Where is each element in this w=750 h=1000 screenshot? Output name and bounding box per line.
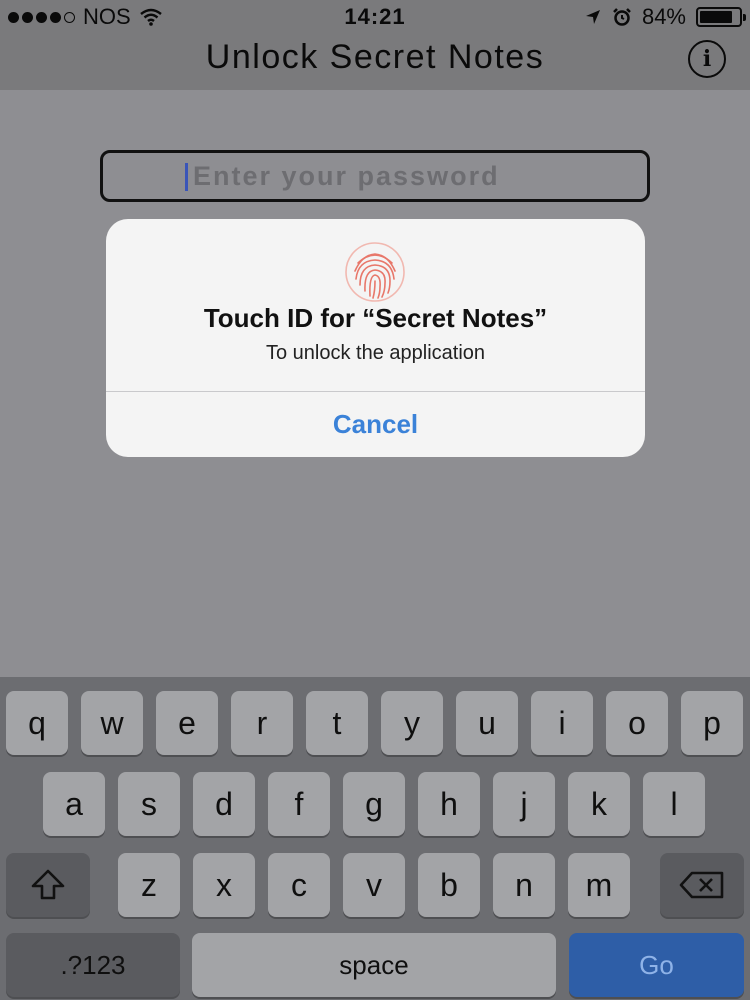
battery-level-fill — [700, 11, 732, 23]
key-t[interactable]: t — [306, 691, 368, 755]
key-u[interactable]: u — [456, 691, 518, 755]
password-placeholder: Enter your password — [193, 160, 500, 191]
password-field[interactable]: Enter your password — [100, 150, 650, 202]
key-g[interactable]: g — [343, 772, 405, 836]
key-l[interactable]: l — [643, 772, 705, 836]
info-button[interactable]: i — [688, 40, 726, 78]
backspace-icon — [679, 871, 724, 899]
backspace-key[interactable] — [660, 853, 744, 917]
cancel-button[interactable]: Cancel — [106, 392, 645, 457]
alert-title: Touch ID for “Secret Notes” — [203, 303, 548, 333]
shift-key[interactable] — [6, 853, 90, 917]
key-x[interactable]: x — [193, 853, 255, 917]
key-m[interactable]: m — [568, 853, 630, 917]
info-icon: i — [702, 46, 712, 72]
key-k[interactable]: k — [568, 772, 630, 836]
go-key[interactable]: Go — [569, 933, 744, 997]
battery-icon — [696, 7, 746, 27]
key-h[interactable]: h — [418, 772, 480, 836]
shift-icon — [31, 869, 65, 900]
key-p[interactable]: p — [681, 691, 743, 755]
key-r[interactable]: r — [231, 691, 293, 755]
touch-id-alert: Touch ID for “Secret Notes” To unlock th… — [106, 219, 645, 457]
battery-percent: 84% — [641, 4, 686, 29]
page-title: Unlock Secret Notes — [205, 38, 545, 76]
alarm-clock-icon — [613, 8, 631, 26]
alert-message: To unlock the application — [265, 342, 486, 364]
keyboard: qwertyuiop asdfghjkl zxcvbnm .?123 space… — [0, 677, 750, 1000]
key-j[interactable]: j — [493, 772, 555, 836]
navigation-bar: Unlock Secret Notes i — [0, 34, 750, 90]
space-key[interactable]: space — [192, 933, 556, 997]
text-cursor — [185, 163, 188, 191]
location-arrow-icon — [585, 10, 600, 24]
key-n[interactable]: n — [493, 853, 555, 917]
key-b[interactable]: b — [418, 853, 480, 917]
key-e[interactable]: e — [156, 691, 218, 755]
key-c[interactable]: c — [268, 853, 330, 917]
key-s[interactable]: s — [118, 772, 180, 836]
status-bar: NOS 14:21 84% — [0, 0, 750, 34]
key-o[interactable]: o — [606, 691, 668, 755]
key-i[interactable]: i — [531, 691, 593, 755]
status-right: 84% — [584, 4, 746, 30]
key-z[interactable]: z — [118, 853, 180, 917]
fingerprint-icon — [345, 242, 405, 302]
key-a[interactable]: a — [43, 772, 105, 836]
key-v[interactable]: v — [343, 853, 405, 917]
key-f[interactable]: f — [268, 772, 330, 836]
key-y[interactable]: y — [381, 691, 443, 755]
key-d[interactable]: d — [193, 772, 255, 836]
key-w[interactable]: w — [81, 691, 143, 755]
numbers-key[interactable]: .?123 — [6, 933, 180, 997]
key-q[interactable]: q — [6, 691, 68, 755]
